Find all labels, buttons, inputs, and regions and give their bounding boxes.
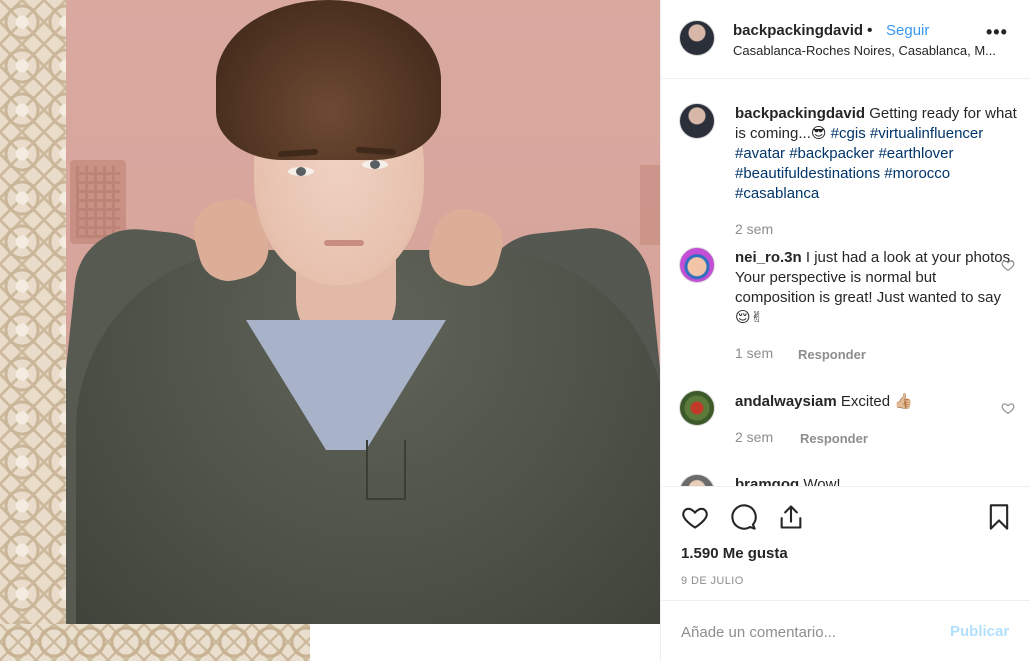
post-date[interactable]: 9 DE JULIO xyxy=(681,575,744,587)
comment-body: Wow! xyxy=(803,476,841,486)
comment-icon[interactable] xyxy=(729,503,757,531)
more-icon[interactable]: ••• xyxy=(986,22,1008,43)
hashtag-link[interactable]: #virtualinfluencer xyxy=(870,125,983,142)
avatar[interactable] xyxy=(679,20,715,56)
comment-username[interactable]: bramgog xyxy=(735,476,799,486)
add-comment-bar: Publicar xyxy=(661,600,1030,661)
comment-username[interactable]: andalwaysiam xyxy=(735,393,837,410)
reply-button[interactable]: Responder xyxy=(800,431,868,446)
caption-username[interactable]: backpackingdavid xyxy=(735,105,865,122)
comment-text: andalwaysiam Excited 👍🏼 xyxy=(735,392,1020,412)
hashtag-link[interactable]: #backpacker xyxy=(789,145,874,162)
comment-body: Excited 👍🏼 xyxy=(840,393,913,410)
avatar[interactable] xyxy=(679,474,715,486)
comment-time[interactable]: 1 sem xyxy=(735,345,773,361)
post-header: backpackingdavid • Seguir Casablanca-Roch… xyxy=(661,0,1030,79)
post-username[interactable]: backpackingdavid • xyxy=(733,22,876,39)
photo-eye xyxy=(288,167,314,176)
hashtag-link[interactable]: #avatar xyxy=(735,145,785,162)
photo-eye xyxy=(362,160,388,169)
caption-text: backpackingdavid Getting ready for what … xyxy=(735,104,1020,204)
comment-input[interactable] xyxy=(681,621,941,643)
photo-mouth xyxy=(324,240,364,246)
comments-list[interactable]: backpackingdavid Getting ready for what … xyxy=(661,80,1030,486)
heart-icon[interactable] xyxy=(1001,401,1015,415)
hashtag-link[interactable]: #earthlover xyxy=(878,145,953,162)
comment-time[interactable]: 2 sem xyxy=(735,429,773,445)
photo-hair xyxy=(216,0,441,160)
photo-placket xyxy=(366,440,406,500)
avatar[interactable] xyxy=(679,103,715,139)
hashtag-link[interactable]: #morocco xyxy=(884,165,950,182)
post-side-panel: backpackingdavid • Seguir Casablanca-Roch… xyxy=(660,0,1030,661)
avatar[interactable] xyxy=(679,247,715,283)
comment-text: bramgog Wow! xyxy=(735,475,1020,486)
post-location[interactable]: Casablanca-Roches Noires, Casablanca, M.… xyxy=(733,43,1013,58)
decorative-pattern-bottom xyxy=(0,624,310,661)
avatar[interactable] xyxy=(679,390,715,426)
post-photo[interactable] xyxy=(66,0,660,624)
username-text[interactable]: backpackingdavid xyxy=(733,22,863,39)
comment-text: nei_ro.3n I just had a look at your phot… xyxy=(735,248,1020,328)
background-window xyxy=(640,165,660,245)
heart-icon[interactable] xyxy=(681,503,709,531)
bookmark-icon[interactable] xyxy=(985,503,1013,531)
follow-button[interactable]: Seguir xyxy=(886,22,929,39)
decorative-pattern xyxy=(0,0,66,661)
comment-username[interactable]: nei_ro.3n xyxy=(735,249,802,266)
share-icon[interactable] xyxy=(777,503,805,531)
publish-button[interactable]: Publicar xyxy=(950,623,1009,640)
hashtag-link[interactable]: #casablanca xyxy=(735,185,819,202)
separator-dot: • xyxy=(867,22,873,39)
reply-button[interactable]: Responder xyxy=(798,347,866,362)
post-actions: 1.590 Me gusta 9 DE JULIO xyxy=(661,486,1030,600)
caption-time[interactable]: 2 sem xyxy=(735,221,773,237)
likes-count[interactable]: 1.590 Me gusta xyxy=(681,545,788,562)
heart-icon[interactable] xyxy=(1001,258,1015,272)
hashtag-link[interactable]: #beautifuldestinations xyxy=(735,165,880,182)
hashtag-link[interactable]: #cgis xyxy=(831,125,866,142)
